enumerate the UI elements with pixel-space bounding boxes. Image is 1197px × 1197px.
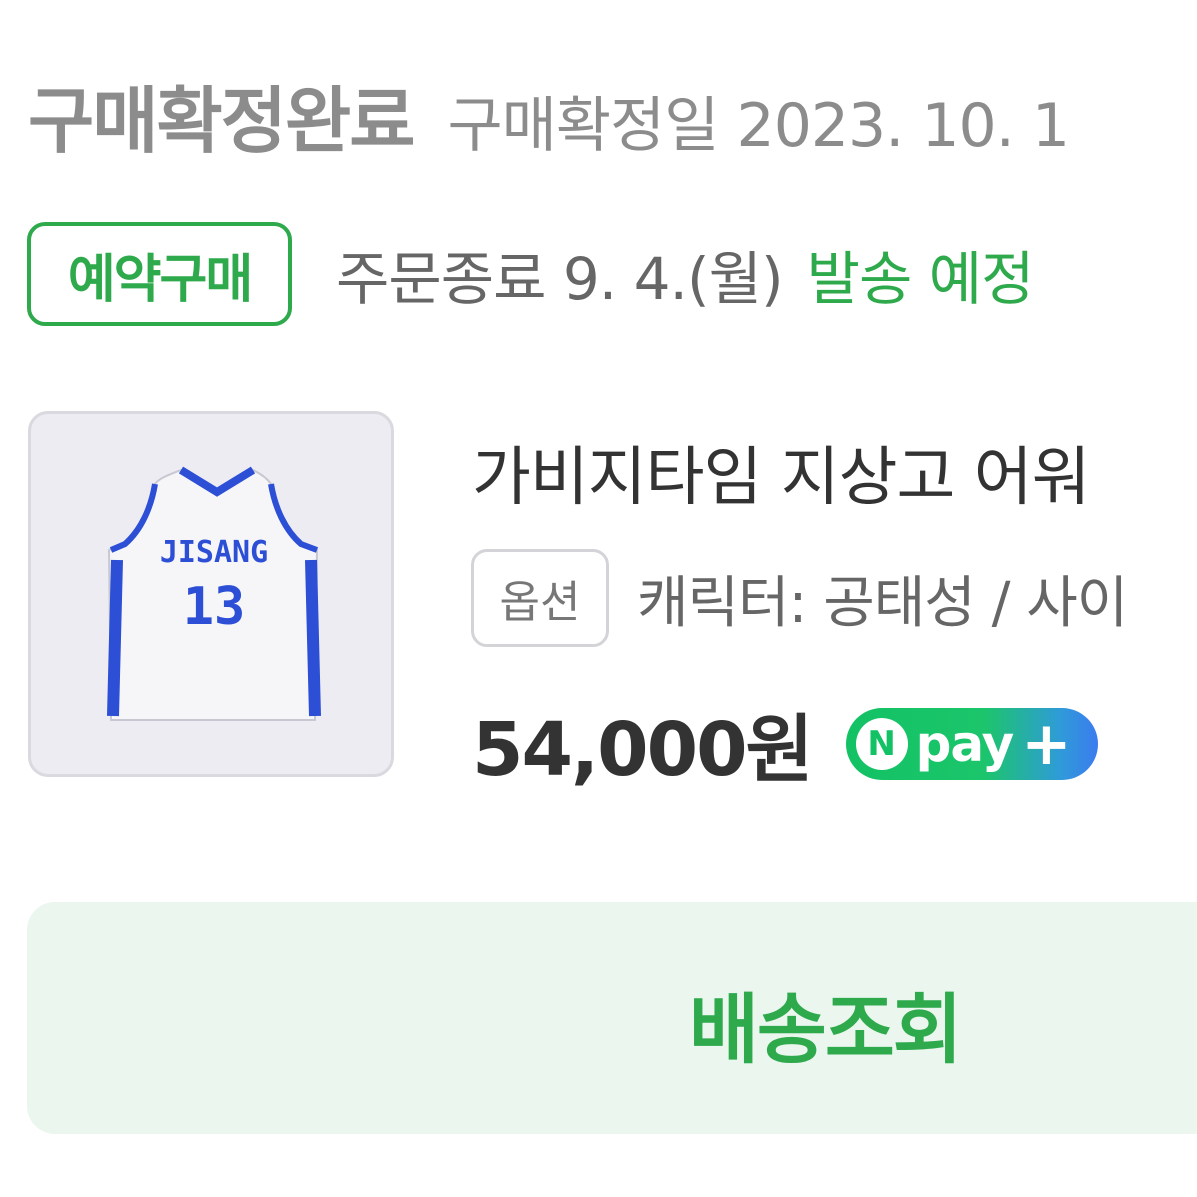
- product-thumbnail[interactable]: JISANG 13: [28, 411, 394, 777]
- npay-plus-badge: N pay +: [845, 707, 1098, 780]
- track-delivery-button[interactable]: 배송조회: [27, 902, 1197, 1134]
- jersey-team-text: JISANG: [160, 535, 268, 570]
- order-status-row: 구매확정완료 구매확정일 2023. 10. 1: [28, 62, 1070, 167]
- product-name[interactable]: 가비지타임 지상고 어워: [472, 426, 1090, 518]
- shipping-schedule-note: 발송 예정: [806, 245, 1035, 313]
- product-option-row: 옵션 캐릭터: 공태성 / 사이: [471, 549, 1128, 647]
- jersey-number-text: 13: [183, 577, 246, 637]
- jersey-image: JISANG 13: [107, 466, 321, 721]
- purchase-confirm-date: 구매확정일 2023. 10. 1: [447, 91, 1070, 161]
- option-value: 캐릭터: 공태성 / 사이: [637, 570, 1128, 636]
- npay-label: pay: [915, 714, 1015, 773]
- naver-n-icon: N: [855, 717, 908, 770]
- option-tag: 옵션: [471, 549, 609, 647]
- order-end-date: 주문종료 9. 4.(월): [336, 245, 784, 313]
- track-delivery-label: 배송조회: [689, 985, 963, 1074]
- order-status-title: 구매확정완료: [28, 79, 415, 163]
- product-price: 54,000원: [472, 707, 814, 793]
- plus-icon: +: [1021, 708, 1072, 779]
- preorder-row: 예약구매 주문종료 9. 4.(월) 발송 예정: [27, 222, 1034, 326]
- price-row: 54,000원 N pay +: [472, 690, 1098, 797]
- order-card: 구매확정완료 구매확정일 2023. 10. 1 예약구매 주문종료 9. 4.…: [0, 0, 1197, 1197]
- preorder-badge: 예약구매: [27, 222, 292, 326]
